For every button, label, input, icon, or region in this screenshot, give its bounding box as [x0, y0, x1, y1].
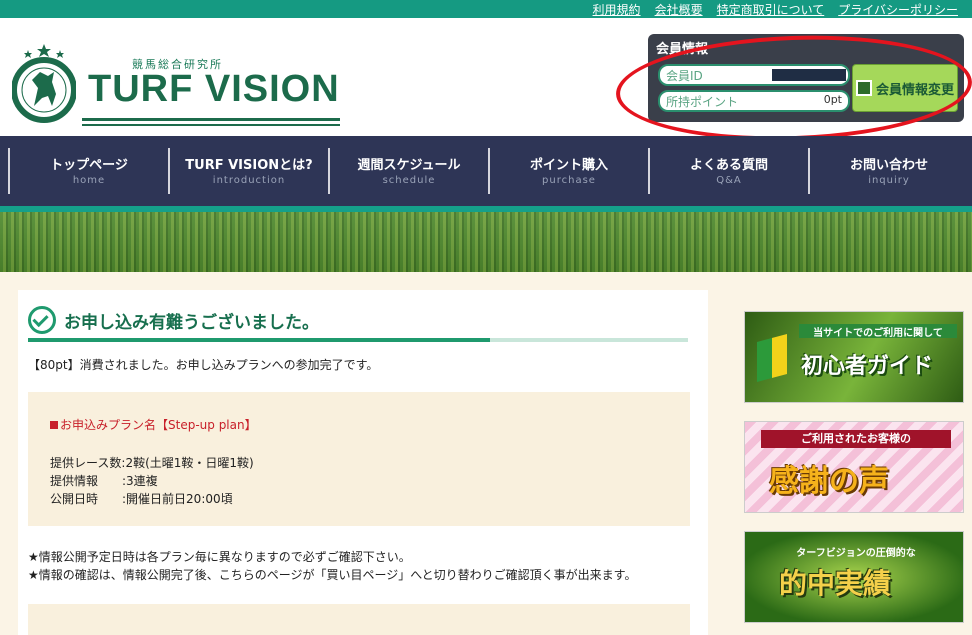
nav-inquiry[interactable]: お問い合わせ inquiry — [810, 148, 968, 194]
horse-emblem-icon — [12, 44, 76, 123]
next-section-box — [28, 604, 690, 635]
note-item: ★情報公開予定日時は各プラン毎に異なりますので必ずご確認下さい。 — [28, 550, 411, 564]
nav-faq[interactable]: よくある質問 Q&A — [650, 148, 808, 194]
member-id-field: 会員ID — [658, 64, 850, 86]
points-field: 所持ポイント 0pt — [658, 90, 850, 112]
nav-sublabel: introduction — [212, 175, 286, 186]
testimonials-banner[interactable]: ご利用されたお客様の 感謝の声 — [744, 421, 964, 513]
nav-sublabel: purchase — [542, 175, 596, 186]
beginner-guide-banner[interactable]: 当サイトでのご利用に関して 初心者ガイド — [744, 311, 964, 403]
page-title-text: お申し込み有難うございました。 — [64, 312, 319, 333]
beginner-mark-icon — [757, 333, 787, 383]
member-id-redacted — [772, 69, 846, 81]
nav-sublabel: inquiry — [868, 175, 910, 186]
member-info-panel: 会員情報 会員ID 所持ポイント 0pt 会員情報変更 — [648, 34, 964, 122]
nav-introduction[interactable]: TURF VISIONとは? introduction — [170, 148, 328, 194]
plan-info-type: 提供情報 :3連複 — [50, 474, 158, 488]
logo-underline — [82, 118, 340, 121]
edit-member-label: 会員情報変更 — [875, 82, 954, 98]
results-banner[interactable]: ターフビジョンの圧倒的な 的中実績 — [744, 531, 964, 623]
link-privacy[interactable]: プライバシーポリシー — [838, 1, 958, 18]
plan-races: 提供レース数:2鞍(土曜1鞍・日曜1鞍) — [50, 456, 254, 470]
completion-message: 【80pt】消費されました。お申し込みプランへの参加完了です。 — [28, 358, 379, 372]
nav-label: TURF VISIONとは? — [185, 158, 313, 173]
nav-purchase[interactable]: ポイント購入 purchase — [490, 148, 648, 194]
nav-sublabel: Q&A — [716, 175, 742, 186]
points-value: 0pt — [823, 93, 842, 106]
banner-subtitle: ターフビジョンの圧倒的な — [796, 548, 916, 559]
header: 競馬総合研究所 TURF VISION 会員情報 会員ID 所持ポイント 0pt… — [0, 18, 972, 136]
page-title: お申し込み有難うございました。 — [28, 306, 319, 334]
link-terms[interactable]: 利用規約 — [593, 1, 641, 18]
plan-details-box: お申込みプラン名【Step-up plan】 提供レース数:2鞍(土曜1鞍・日曜… — [28, 392, 690, 526]
banner-subtitle: ご利用されたお客様の — [761, 430, 951, 448]
logo[interactable]: 競馬総合研究所 TURF VISION — [12, 42, 352, 132]
banner-title: 初心者ガイド — [801, 354, 934, 379]
points-label: 所持ポイント — [666, 95, 739, 109]
plan-release-time: 公開日時 :開催日前日20:00頃 — [50, 492, 233, 506]
nav-label: トップページ — [50, 158, 128, 173]
logo-underline-2 — [82, 124, 340, 126]
banner-subtitle: 当サイトでのご利用に関して — [799, 324, 957, 339]
note-item: ★情報の確認は、情報公開完了後、こちらのページが「買い目ページ」へと切り替わりご… — [28, 568, 637, 582]
top-bar: 利用規約 会社概要 特定商取引について プライバシーポリシー — [0, 0, 972, 18]
main-nav: トップページ home TURF VISIONとは? introduction … — [0, 136, 972, 212]
title-underline — [28, 338, 688, 342]
notes: ★情報公開予定日時は各プラン毎に異なりますので必ずご確認下さい。 ★情報の確認は… — [28, 548, 636, 584]
nav-sublabel: schedule — [382, 175, 436, 186]
check-circle-icon — [28, 306, 56, 334]
nav-sublabel: home — [72, 175, 106, 186]
banner-title: 感謝の声 — [769, 464, 889, 499]
top-links: 利用規約 会社概要 特定商取引について プライバシーポリシー — [593, 0, 958, 18]
member-card-icon — [855, 80, 872, 96]
banner-title: 的中実績 — [779, 567, 892, 600]
nav-label: よくある質問 — [689, 158, 768, 173]
plan-name: お申込みプラン名【Step-up plan】 — [50, 416, 257, 433]
logo-wordmark: TURF VISION — [88, 68, 340, 110]
link-commerce-law[interactable]: 特定商取引について — [717, 1, 825, 18]
nav-label: 週間スケジュール — [357, 158, 461, 173]
member-id-label: 会員ID — [666, 69, 703, 83]
nav-label: ポイント購入 — [529, 158, 608, 173]
nav-label: お問い合わせ — [849, 158, 928, 173]
member-info-title: 会員情報 — [656, 42, 709, 57]
nav-home[interactable]: トップページ home — [10, 148, 168, 194]
link-company[interactable]: 会社概要 — [655, 1, 703, 18]
nav-schedule[interactable]: 週間スケジュール schedule — [330, 148, 488, 194]
edit-member-button[interactable]: 会員情報変更 — [852, 64, 958, 112]
turf-banner — [0, 212, 972, 272]
